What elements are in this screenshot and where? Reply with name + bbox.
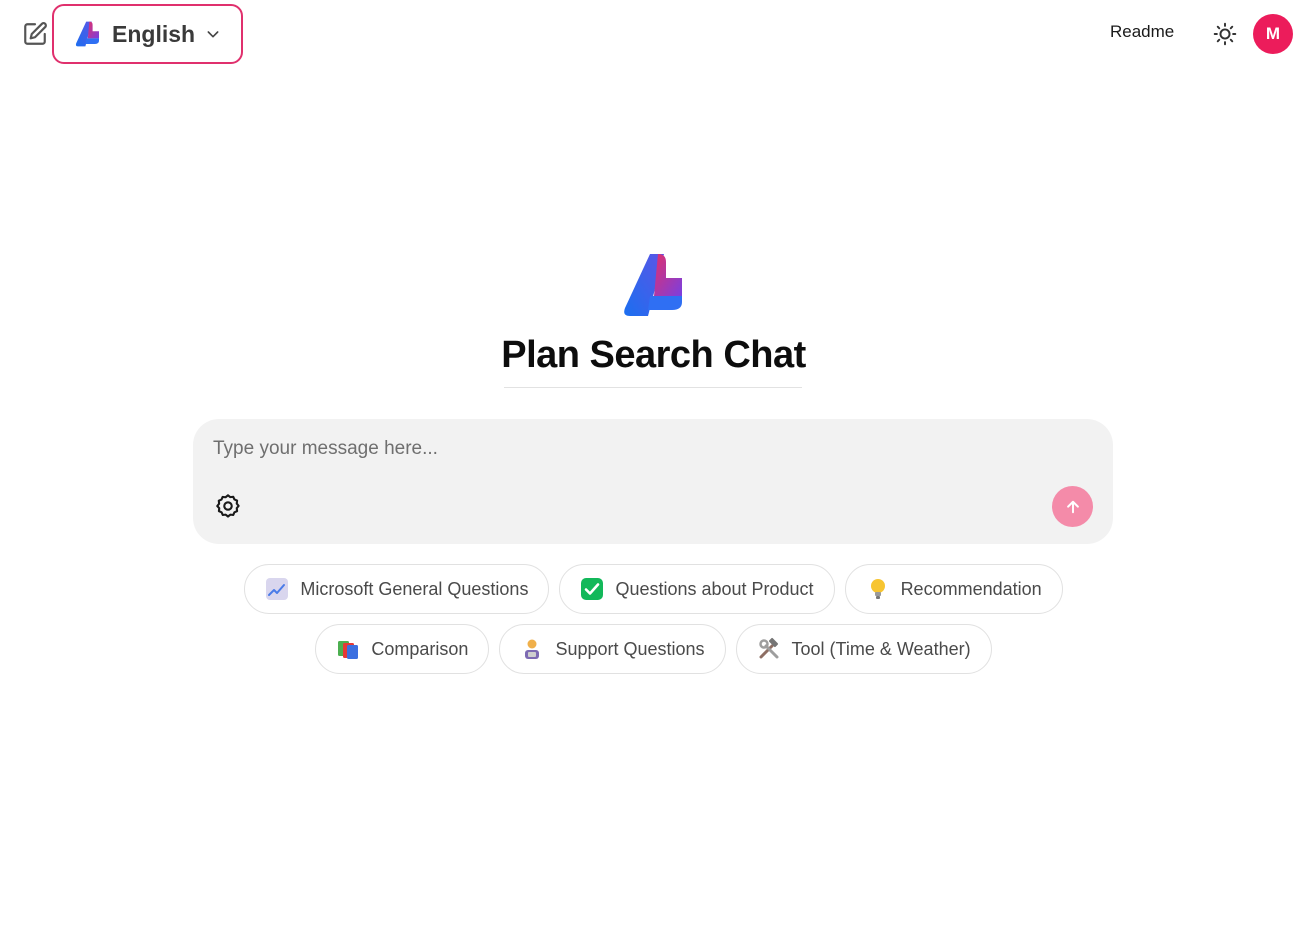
- light-bulb-icon: [870, 579, 885, 599]
- readme-link[interactable]: Readme: [1110, 22, 1174, 42]
- app-logo-icon: [75, 21, 99, 47]
- message-input[interactable]: [213, 435, 1033, 463]
- settings-button[interactable]: [214, 492, 242, 520]
- avatar-initial: M: [1265, 24, 1281, 43]
- suggestion-label: Comparison: [371, 638, 469, 659]
- chart-increasing-icon: [266, 578, 289, 600]
- theme-toggle-button[interactable]: [1212, 21, 1238, 47]
- support-person-icon: [525, 639, 540, 659]
- edit-icon: [24, 22, 47, 45]
- send-button[interactable]: [1052, 486, 1093, 527]
- suggestion-chip[interactable]: Questions about Product: [559, 564, 835, 614]
- new-chat-button[interactable]: [21, 20, 49, 48]
- gear-icon: [216, 494, 240, 518]
- sun-icon: [1213, 22, 1237, 46]
- page: English Readme M Plan Search Chat Type y…: [0, 0, 1307, 939]
- message-composer: [193, 419, 1113, 544]
- suggestion-chip[interactable]: Support Questions: [499, 624, 726, 674]
- suggestion-chip[interactable]: Tool (Time & Weather): [735, 624, 992, 674]
- check-mark-icon: [581, 578, 604, 600]
- language-label: English: [112, 20, 196, 47]
- chevron-down-icon: [207, 31, 219, 38]
- suggestion-label: Questions about Product: [615, 578, 814, 599]
- suggestion-label: Tool (Time & Weather): [791, 638, 971, 659]
- suggestion-label: Microsoft General Questions: [300, 578, 529, 599]
- arrow-up-icon: [1066, 500, 1079, 513]
- suggestion-label: Support Questions: [555, 638, 705, 659]
- app-logo-icon: [624, 254, 682, 316]
- page-title: Plan Search Chat: [501, 334, 806, 376]
- title-divider: [504, 387, 802, 388]
- suggestion-row: Comparison Support Questions Tool (Time …: [0, 624, 1307, 674]
- books-icon: [338, 641, 359, 659]
- suggestion-chip[interactable]: Microsoft General Questions: [244, 564, 550, 614]
- suggestion-chip[interactable]: Comparison: [315, 624, 490, 674]
- user-avatar[interactable]: M: [1253, 14, 1293, 54]
- hammer-wrench-icon: [758, 637, 779, 659]
- suggestion-row: Microsoft General Questions Questions ab…: [0, 564, 1307, 614]
- suggestion-label: Recommendation: [900, 578, 1042, 599]
- suggestion-chip[interactable]: Recommendation: [844, 564, 1063, 614]
- language-selector[interactable]: English: [52, 4, 243, 64]
